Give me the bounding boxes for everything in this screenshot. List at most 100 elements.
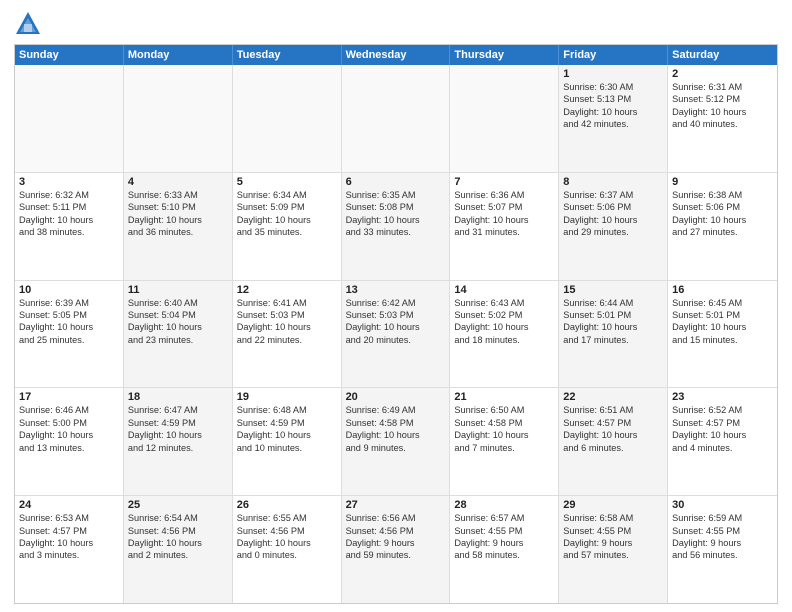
day-number: 8 [563, 176, 663, 188]
calendar-cell: 24Sunrise: 6:53 AM Sunset: 4:57 PM Dayli… [15, 496, 124, 603]
calendar-cell: 21Sunrise: 6:50 AM Sunset: 4:58 PM Dayli… [450, 388, 559, 495]
calendar-cell: 29Sunrise: 6:58 AM Sunset: 4:55 PM Dayli… [559, 496, 668, 603]
calendar-cell: 11Sunrise: 6:40 AM Sunset: 5:04 PM Dayli… [124, 281, 233, 388]
calendar-cell [124, 65, 233, 172]
day-number: 25 [128, 499, 228, 511]
day-number: 20 [346, 391, 446, 403]
day-number: 2 [672, 68, 773, 80]
day-info: Sunrise: 6:39 AM Sunset: 5:05 PM Dayligh… [19, 297, 119, 347]
header-cell-monday: Monday [124, 45, 233, 65]
day-info: Sunrise: 6:42 AM Sunset: 5:03 PM Dayligh… [346, 297, 446, 347]
calendar-cell: 17Sunrise: 6:46 AM Sunset: 5:00 PM Dayli… [15, 388, 124, 495]
calendar-cell: 23Sunrise: 6:52 AM Sunset: 4:57 PM Dayli… [668, 388, 777, 495]
day-info: Sunrise: 6:49 AM Sunset: 4:58 PM Dayligh… [346, 404, 446, 454]
calendar-cell: 27Sunrise: 6:56 AM Sunset: 4:56 PM Dayli… [342, 496, 451, 603]
calendar-cell: 28Sunrise: 6:57 AM Sunset: 4:55 PM Dayli… [450, 496, 559, 603]
calendar-cell: 10Sunrise: 6:39 AM Sunset: 5:05 PM Dayli… [15, 281, 124, 388]
day-info: Sunrise: 6:54 AM Sunset: 4:56 PM Dayligh… [128, 512, 228, 562]
day-number: 27 [346, 499, 446, 511]
calendar-cell: 2Sunrise: 6:31 AM Sunset: 5:12 PM Daylig… [668, 65, 777, 172]
day-info: Sunrise: 6:46 AM Sunset: 5:00 PM Dayligh… [19, 404, 119, 454]
day-info: Sunrise: 6:45 AM Sunset: 5:01 PM Dayligh… [672, 297, 773, 347]
day-number: 13 [346, 284, 446, 296]
day-number: 30 [672, 499, 773, 511]
calendar-cell: 19Sunrise: 6:48 AM Sunset: 4:59 PM Dayli… [233, 388, 342, 495]
calendar-cell: 9Sunrise: 6:38 AM Sunset: 5:06 PM Daylig… [668, 173, 777, 280]
day-info: Sunrise: 6:32 AM Sunset: 5:11 PM Dayligh… [19, 189, 119, 239]
calendar-cell: 3Sunrise: 6:32 AM Sunset: 5:11 PM Daylig… [15, 173, 124, 280]
header-cell-friday: Friday [559, 45, 668, 65]
day-info: Sunrise: 6:51 AM Sunset: 4:57 PM Dayligh… [563, 404, 663, 454]
day-info: Sunrise: 6:34 AM Sunset: 5:09 PM Dayligh… [237, 189, 337, 239]
calendar-cell: 20Sunrise: 6:49 AM Sunset: 4:58 PM Dayli… [342, 388, 451, 495]
calendar-cell: 26Sunrise: 6:55 AM Sunset: 4:56 PM Dayli… [233, 496, 342, 603]
day-number: 3 [19, 176, 119, 188]
day-number: 22 [563, 391, 663, 403]
day-number: 7 [454, 176, 554, 188]
calendar-row-3: 17Sunrise: 6:46 AM Sunset: 5:00 PM Dayli… [15, 387, 777, 495]
day-number: 23 [672, 391, 773, 403]
calendar-cell: 15Sunrise: 6:44 AM Sunset: 5:01 PM Dayli… [559, 281, 668, 388]
day-number: 6 [346, 176, 446, 188]
day-number: 4 [128, 176, 228, 188]
calendar-row-4: 24Sunrise: 6:53 AM Sunset: 4:57 PM Dayli… [15, 495, 777, 603]
day-number: 29 [563, 499, 663, 511]
day-number: 5 [237, 176, 337, 188]
calendar-cell: 8Sunrise: 6:37 AM Sunset: 5:06 PM Daylig… [559, 173, 668, 280]
calendar-row-2: 10Sunrise: 6:39 AM Sunset: 5:05 PM Dayli… [15, 280, 777, 388]
day-info: Sunrise: 6:59 AM Sunset: 4:55 PM Dayligh… [672, 512, 773, 562]
day-info: Sunrise: 6:41 AM Sunset: 5:03 PM Dayligh… [237, 297, 337, 347]
day-number: 17 [19, 391, 119, 403]
day-info: Sunrise: 6:31 AM Sunset: 5:12 PM Dayligh… [672, 81, 773, 131]
calendar-cell: 14Sunrise: 6:43 AM Sunset: 5:02 PM Dayli… [450, 281, 559, 388]
day-number: 10 [19, 284, 119, 296]
day-info: Sunrise: 6:33 AM Sunset: 5:10 PM Dayligh… [128, 189, 228, 239]
header-cell-thursday: Thursday [450, 45, 559, 65]
day-number: 15 [563, 284, 663, 296]
calendar-body: 1Sunrise: 6:30 AM Sunset: 5:13 PM Daylig… [15, 65, 777, 603]
day-info: Sunrise: 6:43 AM Sunset: 5:02 PM Dayligh… [454, 297, 554, 347]
calendar: SundayMondayTuesdayWednesdayThursdayFrid… [14, 44, 778, 604]
calendar-cell: 16Sunrise: 6:45 AM Sunset: 5:01 PM Dayli… [668, 281, 777, 388]
day-info: Sunrise: 6:30 AM Sunset: 5:13 PM Dayligh… [563, 81, 663, 131]
day-info: Sunrise: 6:35 AM Sunset: 5:08 PM Dayligh… [346, 189, 446, 239]
day-info: Sunrise: 6:38 AM Sunset: 5:06 PM Dayligh… [672, 189, 773, 239]
day-info: Sunrise: 6:37 AM Sunset: 5:06 PM Dayligh… [563, 189, 663, 239]
day-info: Sunrise: 6:52 AM Sunset: 4:57 PM Dayligh… [672, 404, 773, 454]
calendar-cell [233, 65, 342, 172]
calendar-cell [342, 65, 451, 172]
calendar-cell: 5Sunrise: 6:34 AM Sunset: 5:09 PM Daylig… [233, 173, 342, 280]
header-cell-saturday: Saturday [668, 45, 777, 65]
day-number: 18 [128, 391, 228, 403]
calendar-row-0: 1Sunrise: 6:30 AM Sunset: 5:13 PM Daylig… [15, 65, 777, 172]
day-info: Sunrise: 6:44 AM Sunset: 5:01 PM Dayligh… [563, 297, 663, 347]
calendar-cell: 18Sunrise: 6:47 AM Sunset: 4:59 PM Dayli… [124, 388, 233, 495]
calendar-cell: 22Sunrise: 6:51 AM Sunset: 4:57 PM Dayli… [559, 388, 668, 495]
day-info: Sunrise: 6:58 AM Sunset: 4:55 PM Dayligh… [563, 512, 663, 562]
day-number: 26 [237, 499, 337, 511]
calendar-cell [15, 65, 124, 172]
day-number: 9 [672, 176, 773, 188]
calendar-row-1: 3Sunrise: 6:32 AM Sunset: 5:11 PM Daylig… [15, 172, 777, 280]
day-info: Sunrise: 6:36 AM Sunset: 5:07 PM Dayligh… [454, 189, 554, 239]
calendar-cell: 7Sunrise: 6:36 AM Sunset: 5:07 PM Daylig… [450, 173, 559, 280]
calendar-header: SundayMondayTuesdayWednesdayThursdayFrid… [15, 45, 777, 65]
day-info: Sunrise: 6:53 AM Sunset: 4:57 PM Dayligh… [19, 512, 119, 562]
day-info: Sunrise: 6:40 AM Sunset: 5:04 PM Dayligh… [128, 297, 228, 347]
day-number: 28 [454, 499, 554, 511]
logo [14, 10, 46, 38]
day-number: 19 [237, 391, 337, 403]
calendar-cell: 12Sunrise: 6:41 AM Sunset: 5:03 PM Dayli… [233, 281, 342, 388]
calendar-cell: 25Sunrise: 6:54 AM Sunset: 4:56 PM Dayli… [124, 496, 233, 603]
logo-icon [14, 10, 42, 38]
calendar-cell: 6Sunrise: 6:35 AM Sunset: 5:08 PM Daylig… [342, 173, 451, 280]
page: SundayMondayTuesdayWednesdayThursdayFrid… [0, 0, 792, 612]
header-cell-wednesday: Wednesday [342, 45, 451, 65]
calendar-cell: 1Sunrise: 6:30 AM Sunset: 5:13 PM Daylig… [559, 65, 668, 172]
day-number: 14 [454, 284, 554, 296]
day-info: Sunrise: 6:56 AM Sunset: 4:56 PM Dayligh… [346, 512, 446, 562]
day-info: Sunrise: 6:57 AM Sunset: 4:55 PM Dayligh… [454, 512, 554, 562]
day-info: Sunrise: 6:47 AM Sunset: 4:59 PM Dayligh… [128, 404, 228, 454]
day-number: 11 [128, 284, 228, 296]
day-number: 1 [563, 68, 663, 80]
